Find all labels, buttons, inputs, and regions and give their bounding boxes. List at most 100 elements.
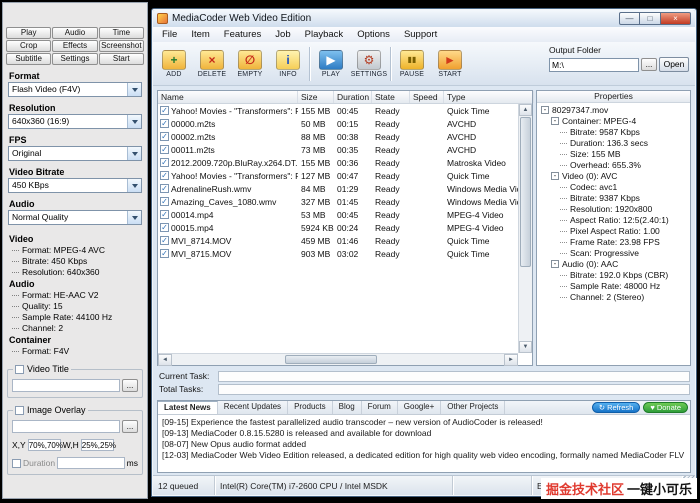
- left-button-play[interactable]: Play: [6, 27, 52, 39]
- image-overlay-checkbox[interactable]: [15, 405, 24, 415]
- maximize-button[interactable]: □: [640, 12, 661, 25]
- row-checkbox[interactable]: ✓: [160, 145, 169, 154]
- overlay-xy-input[interactable]: 70%,70%: [27, 439, 63, 451]
- audio-dropdown[interactable]: Normal Quality: [8, 210, 142, 225]
- column-header-speed[interactable]: Speed: [410, 91, 444, 103]
- table-row[interactable]: ✓ MVI_8715.MOV 903 MB 03:02 Ready Quick Time: [158, 247, 518, 260]
- table-row[interactable]: ✓ Yahoo! Movies - "Transformers": R... 127…: [158, 169, 518, 182]
- row-checkbox[interactable]: ✓: [160, 236, 169, 245]
- news-tab-blog[interactable]: Blog: [333, 401, 362, 414]
- table-row[interactable]: ✓ MVI_8714.MOV 459 MB 01:46 Ready Quick Time: [158, 234, 518, 247]
- video-title-checkbox[interactable]: [15, 364, 24, 374]
- video-bitrate-dropdown-button[interactable]: [127, 179, 141, 192]
- table-row[interactable]: ✓ Yahoo! Movies - "Transformers": R... 155…: [158, 104, 518, 117]
- news-tab-forum[interactable]: Forum: [362, 401, 398, 414]
- menu-job[interactable]: Job: [268, 28, 297, 42]
- column-header-type[interactable]: Type: [444, 91, 534, 103]
- left-button-subtitle[interactable]: Subtitle: [6, 53, 52, 65]
- table-row[interactable]: ✓ 00015.mp4 5924 KB 00:24 Ready MPEG-4 Video: [158, 221, 518, 234]
- overlay-duration-input[interactable]: [57, 457, 125, 469]
- table-row[interactable]: ✓ 2012.2009.720p.BluRay.x264.DT... 155 MB 0…: [158, 156, 518, 169]
- table-row[interactable]: ✓ 00011.m2ts 73 MB 00:35 Ready AVCHD: [158, 143, 518, 156]
- column-header-size[interactable]: Size: [298, 91, 334, 103]
- tree-collapse-icon[interactable]: -: [551, 117, 559, 125]
- video-title-input[interactable]: [12, 379, 120, 392]
- toolbar-empty-button[interactable]: ∅ EMPTY: [231, 44, 269, 84]
- left-button-settings[interactable]: Settings: [52, 53, 98, 65]
- news-item[interactable]: [08-07] New Opus audio format added: [162, 439, 686, 450]
- output-folder-input[interactable]: M:\: [549, 57, 639, 72]
- row-checkbox[interactable]: ✓: [160, 249, 169, 258]
- vertical-scrollbar[interactable]: ▲ ▼: [518, 104, 532, 353]
- output-folder-browse-button[interactable]: ...: [641, 58, 657, 71]
- row-checkbox[interactable]: ✓: [160, 184, 169, 193]
- overlay-wh-input[interactable]: 25%,25%: [80, 439, 116, 451]
- toolbar-play-button[interactable]: ▶ PLAY: [312, 44, 350, 84]
- tree-collapse-icon[interactable]: -: [551, 172, 559, 180]
- menu-item[interactable]: Item: [184, 28, 216, 42]
- table-row[interactable]: ✓ 00014.mp4 53 MB 00:45 Ready MPEG-4 Video: [158, 208, 518, 221]
- menu-support[interactable]: Support: [397, 28, 444, 42]
- column-header-name[interactable]: Name: [158, 91, 298, 103]
- column-header-duration[interactable]: Duration: [334, 91, 372, 103]
- close-button[interactable]: ×: [661, 12, 691, 25]
- scroll-down-button[interactable]: ▼: [519, 341, 532, 353]
- toolbar-settings-button[interactable]: ⚙ SETTINGS: [350, 44, 388, 84]
- title-bar[interactable]: MediaCoder Web Video Edition — □ ×: [153, 10, 695, 27]
- minimize-button[interactable]: —: [619, 12, 640, 25]
- news-item[interactable]: [09-15] Experience the fastest paralleli…: [162, 417, 686, 428]
- horizontal-scroll-track[interactable]: [172, 354, 504, 365]
- properties-root[interactable]: -80297347.mov: [540, 105, 689, 116]
- news-tab-products[interactable]: Products: [288, 401, 333, 414]
- row-checkbox[interactable]: ✓: [160, 158, 169, 167]
- toolbar-delete-button[interactable]: × DELETE: [193, 44, 231, 84]
- toolbar-pause-button[interactable]: ▮▮ PAUSE: [393, 44, 431, 84]
- row-checkbox[interactable]: ✓: [160, 210, 169, 219]
- row-checkbox[interactable]: ✓: [160, 106, 169, 115]
- audio-dropdown-button[interactable]: [127, 211, 141, 224]
- toolbar-start-button[interactable]: ► START: [431, 44, 469, 84]
- image-overlay-path-input[interactable]: [12, 420, 120, 433]
- resolution-dropdown[interactable]: 640x360 (16:9): [8, 114, 142, 129]
- table-row[interactable]: ✓ AdrenalineRush.wmv 84 MB 01:29 Ready Window…: [158, 182, 518, 195]
- menu-playback[interactable]: Playback: [298, 28, 351, 42]
- column-header-state[interactable]: State: [372, 91, 410, 103]
- left-button-audio[interactable]: Audio: [52, 27, 98, 39]
- news-tab-google-[interactable]: Google+: [398, 401, 442, 414]
- row-checkbox[interactable]: ✓: [160, 119, 169, 128]
- overlay-duration-checkbox[interactable]: [12, 458, 21, 468]
- row-checkbox[interactable]: ✓: [160, 132, 169, 141]
- scroll-right-button[interactable]: ►: [504, 354, 518, 366]
- scroll-left-button[interactable]: ◄: [158, 354, 172, 366]
- toolbar-info-button[interactable]: i INFO: [269, 44, 307, 84]
- row-checkbox[interactable]: ✓: [160, 223, 169, 232]
- row-checkbox[interactable]: ✓: [160, 197, 169, 206]
- table-row[interactable]: ✓ Amazing_Caves_1080.wmv 327 MB 01:45 Ready W…: [158, 195, 518, 208]
- scroll-up-button[interactable]: ▲: [519, 104, 532, 116]
- donate-button[interactable]: ♥ Donate: [643, 402, 688, 413]
- fps-dropdown-button[interactable]: [127, 147, 141, 160]
- table-row[interactable]: ✓ 00002.m2ts 88 MB 00:38 Ready AVCHD: [158, 130, 518, 143]
- format-dropdown-button[interactable]: [127, 83, 141, 96]
- horizontal-scrollbar[interactable]: ◄ ►: [158, 353, 518, 366]
- news-item[interactable]: [09-13] MediaCoder 0.8.15.5280 is releas…: [162, 428, 686, 439]
- vertical-scroll-thumb[interactable]: [520, 117, 531, 267]
- news-tab-other-projects[interactable]: Other Projects: [441, 401, 506, 414]
- video-title-browse-button[interactable]: ...: [122, 379, 138, 392]
- news-item[interactable]: [12-03] MediaCoder Web Video Edition rel…: [162, 450, 686, 461]
- left-button-start[interactable]: Start: [98, 53, 144, 65]
- vertical-scroll-track[interactable]: [519, 116, 532, 341]
- left-button-crop[interactable]: Crop: [6, 40, 52, 52]
- left-button-effects[interactable]: Effects: [52, 40, 98, 52]
- properties-group-video-0-[interactable]: - Video (0): AVC: [540, 171, 689, 182]
- resolution-dropdown-button[interactable]: [127, 115, 141, 128]
- menu-options[interactable]: Options: [350, 28, 397, 42]
- tree-collapse-icon[interactable]: -: [541, 106, 549, 114]
- open-folder-button[interactable]: Open: [659, 57, 689, 72]
- properties-group-audio-0-[interactable]: - Audio (0): AAC: [540, 259, 689, 270]
- format-dropdown[interactable]: Flash Video (F4V): [8, 82, 142, 97]
- left-button-time[interactable]: Time: [98, 27, 144, 39]
- news-tab-latest-news[interactable]: Latest News: [158, 401, 218, 414]
- tree-collapse-icon[interactable]: -: [551, 260, 559, 268]
- row-checkbox[interactable]: ✓: [160, 171, 169, 180]
